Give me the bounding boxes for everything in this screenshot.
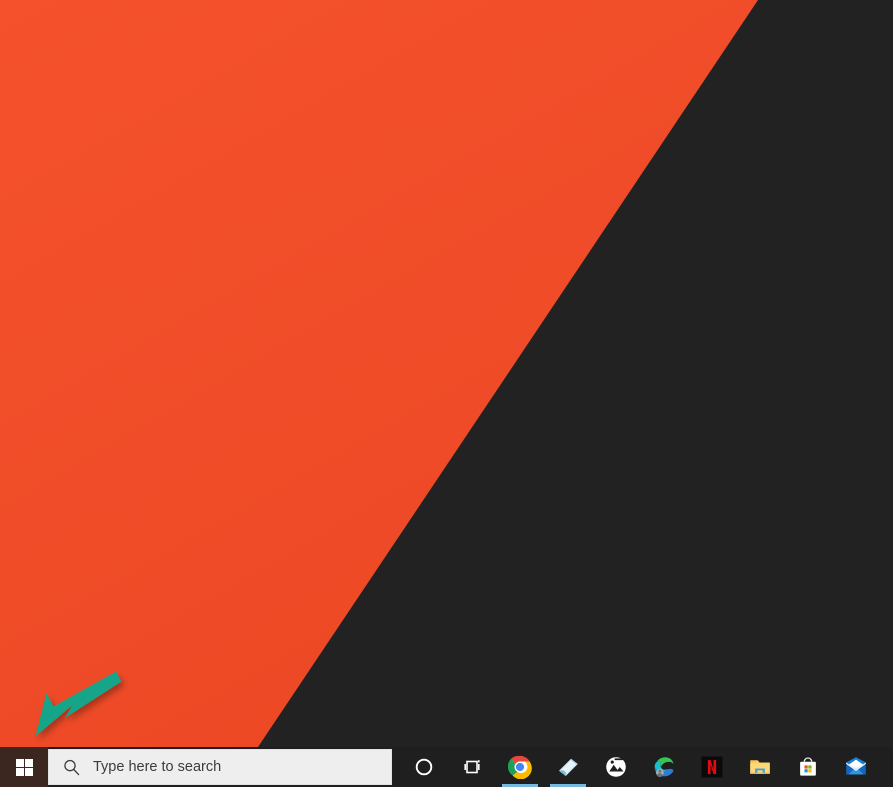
microsoft-store-icon <box>800 757 816 776</box>
start-button[interactable] <box>0 747 48 787</box>
photos-icon <box>606 757 626 777</box>
taskbar[interactable] <box>0 747 893 787</box>
taskbar-item-file-explorer[interactable] <box>736 747 784 787</box>
taskbar-item-task-view[interactable] <box>448 747 496 787</box>
taskbar-item-mail[interactable] <box>832 747 880 787</box>
taskbar-item-netflix[interactable] <box>688 747 736 787</box>
file-explorer-icon <box>750 760 770 774</box>
netflix-icon <box>701 756 723 778</box>
desktop[interactable] <box>0 0 893 787</box>
chrome-icon <box>508 755 532 779</box>
taskbar-item-google-chrome[interactable] <box>496 747 544 787</box>
search-icon <box>49 759 93 776</box>
taskbar-app-list <box>400 747 880 787</box>
windows-logo-icon <box>15 758 33 776</box>
search-box[interactable] <box>48 749 392 785</box>
sticky-notes-icon <box>559 758 578 776</box>
edge-icon <box>654 757 674 778</box>
taskbar-item-microsoft-store[interactable] <box>784 747 832 787</box>
taskbar-item-sticky-notes[interactable] <box>544 747 592 787</box>
taskbar-item-cortana[interactable] <box>400 747 448 787</box>
taskbar-item-microsoft-edge[interactable] <box>640 747 688 787</box>
task-view-icon <box>464 760 480 774</box>
search-input[interactable] <box>93 759 373 775</box>
mail-icon <box>846 757 866 775</box>
taskbar-item-photos[interactable] <box>592 747 640 787</box>
cortana-circle-icon <box>415 758 433 776</box>
